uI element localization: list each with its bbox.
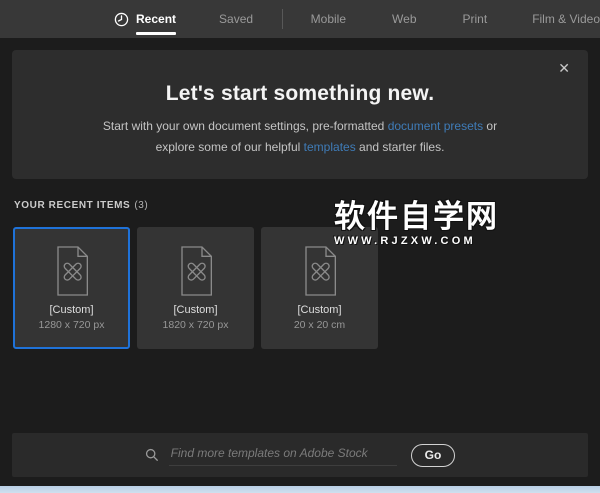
search-icon xyxy=(145,448,158,461)
tab-web-label: Web xyxy=(392,12,417,26)
document-icon xyxy=(304,246,336,296)
recent-item-dimensions: 20 x 20 cm xyxy=(293,319,346,331)
clock-icon xyxy=(114,12,129,26)
tab-film-video[interactable]: Film & Video xyxy=(532,12,600,26)
recent-item-name: [Custom] xyxy=(297,304,342,316)
recent-items-heading: YOUR RECENT ITEMS (3) xyxy=(14,200,148,211)
tab-bar-divider xyxy=(282,9,283,29)
search-input[interactable] xyxy=(168,444,397,466)
welcome-banner: ✕ Let's start something new. Start with … xyxy=(12,50,588,179)
subtitle-text-3: and starter files. xyxy=(355,140,445,154)
recent-item-dimensions: 1280 x 720 px xyxy=(38,319,105,331)
adobe-stock-search-bar: Go xyxy=(12,433,588,477)
tab-web[interactable]: Web xyxy=(392,12,416,26)
close-icon[interactable]: ✕ xyxy=(558,61,570,75)
tab-print[interactable]: Print xyxy=(463,12,488,26)
recent-item-card-2[interactable]: [Custom] 1820 x 720 px xyxy=(137,227,254,349)
page-bottom-strip xyxy=(0,486,600,493)
tab-recent[interactable]: Recent xyxy=(114,12,177,35)
go-button[interactable]: Go xyxy=(410,443,456,467)
subtitle-text-1: Start with your own document settings, p… xyxy=(102,119,388,133)
banner-title: Let's start something new. xyxy=(165,82,435,105)
recent-item-name: [Custom] xyxy=(173,304,218,316)
tab-recent-label: Recent xyxy=(136,12,177,35)
tab-mobile-label: Mobile xyxy=(310,12,347,26)
tab-film-video-label: Film & Video xyxy=(532,12,600,26)
recent-item-card-1[interactable]: [Custom] 1280 x 720 px xyxy=(13,227,130,349)
recent-item-dimensions: 1820 x 720 px xyxy=(162,319,229,331)
templates-link[interactable]: templates xyxy=(304,140,356,154)
recent-item-name: [Custom] xyxy=(49,304,94,316)
document-icon xyxy=(56,246,88,296)
recent-items-count: (3) xyxy=(134,200,149,211)
new-document-dialog: Recent Saved Mobile Web Print Film & Vid… xyxy=(0,0,600,493)
tab-saved-label: Saved xyxy=(219,12,254,26)
tab-mobile[interactable]: Mobile xyxy=(311,12,346,26)
document-icon xyxy=(180,246,212,296)
tab-print-label: Print xyxy=(462,12,488,26)
recent-item-card-3[interactable]: [Custom] 20 x 20 cm xyxy=(261,227,378,349)
recent-items-grid: [Custom] 1280 x 720 px [Custom] 1820 x 7… xyxy=(13,227,378,349)
recent-items-label: YOUR RECENT ITEMS xyxy=(14,200,131,211)
banner-subtitle: Start with your own document settings, p… xyxy=(95,116,505,158)
document-presets-link[interactable]: document presets xyxy=(388,119,483,133)
tab-bar: Recent Saved Mobile Web Print Film & Vid… xyxy=(0,0,600,38)
tab-saved[interactable]: Saved xyxy=(219,12,253,26)
